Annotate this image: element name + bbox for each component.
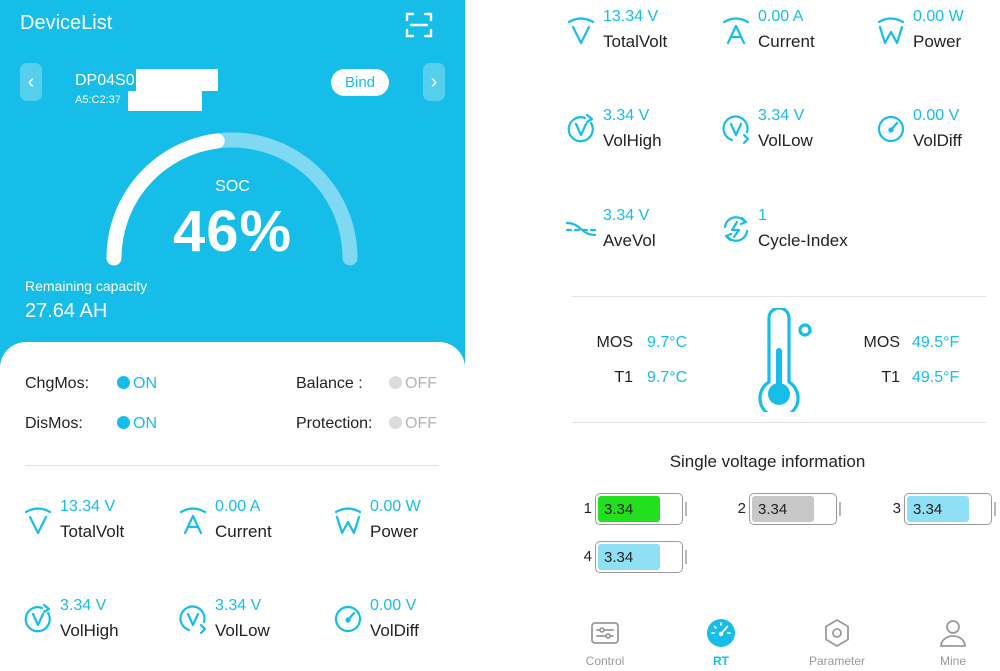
tab-control[interactable]: Control [560, 618, 650, 670]
metric-vol-high: 3.34 V VolHigh [22, 597, 172, 649]
sliders-icon [591, 622, 619, 644]
device-mac: A5:C2:37 [75, 94, 121, 106]
on-indicator-icon [117, 376, 130, 389]
vol-low-icon [179, 605, 207, 635]
metric-cycle-index: 1 Cycle-Index [720, 207, 870, 259]
mos-temp-f-value: 49.5°F [912, 334, 960, 351]
redaction-box [128, 91, 202, 111]
chgmos-label: ChgMos: [25, 375, 90, 392]
metric-vol-diff: 0.00 V VolDiff [875, 107, 1000, 159]
battery-cell-icon: 3.34 [595, 541, 683, 573]
mos-temp-c-label: MOS [596, 334, 633, 351]
metric-vol-low: 3.34 V VolLow [177, 597, 327, 649]
thermometer-icon [758, 308, 812, 412]
vol-high-icon [567, 113, 594, 143]
divider [25, 465, 439, 466]
chevron-right-icon[interactable]: › [423, 63, 445, 101]
cell-voltage: 1 3.34 [580, 493, 690, 525]
dashboard-icon [707, 619, 735, 647]
cell-voltage: 3 3.34 [889, 493, 999, 525]
metric-vol-low: 3.34 V VolLow [720, 107, 870, 159]
protection-toggle[interactable]: OFF [389, 415, 437, 433]
mos-temp-f-label: MOS [863, 334, 900, 351]
user-icon [940, 620, 966, 647]
t1-temp-c-value: 9.7°C [647, 369, 688, 386]
total-volt-icon [567, 17, 595, 45]
metric-current: 0.00 A Current [720, 8, 870, 60]
device-list-title[interactable]: DeviceList [20, 12, 112, 35]
off-indicator-icon [389, 416, 402, 429]
metric-current: 0.00 A Current [177, 498, 327, 550]
battery-tip [685, 550, 687, 564]
soc-value: 46% [172, 199, 293, 264]
dismos-toggle[interactable]: ON [117, 415, 157, 433]
hexagon-settings-icon [825, 619, 849, 647]
metric-vol-high: 3.34 V VolHigh [565, 107, 715, 159]
battery-tip [994, 502, 996, 516]
cell-voltage: 4 3.34 [580, 541, 690, 573]
metric-power: 0.00 W Power [332, 498, 465, 550]
power-icon [877, 17, 905, 45]
t1-temp-f-label: T1 [881, 369, 900, 386]
metric-ave-vol: 3.34 V AveVol [565, 207, 715, 259]
dismos-label: DisMos: [25, 415, 83, 432]
divider [572, 296, 986, 297]
device-name: DP04S0 [75, 72, 135, 89]
off-indicator-icon [389, 376, 402, 389]
metric-power: 0.00 W Power [875, 8, 1000, 60]
protection-label: Protection: [296, 415, 373, 432]
single-voltage-title: Single voltage information [669, 452, 866, 471]
mos-temp-c-value: 9.7°C [647, 334, 688, 351]
t1-temp-f-value: 49.5°F [912, 369, 960, 386]
remaining-capacity-label: Remaining capacity [25, 278, 148, 294]
balance-label: Balance : [296, 375, 363, 392]
cell-voltage: 2 3.34 [734, 493, 844, 525]
left-screen: DeviceList ‹ › DP04S0 A5:C2:37 Bind SOC … [0, 0, 465, 671]
vol-diff-icon [334, 605, 362, 633]
battery-tip [685, 502, 687, 516]
bind-button[interactable]: Bind [331, 69, 389, 96]
battery-cell-icon: 3.34 [749, 493, 837, 525]
remaining-capacity-value: 27.64 AH [25, 300, 108, 322]
tab-mine[interactable]: Mine [908, 618, 998, 670]
t1-temp-c-label: T1 [614, 369, 633, 386]
ave-vol-icon [565, 221, 597, 237]
balance-toggle[interactable]: OFF [389, 375, 437, 393]
battery-cell-icon: 3.34 [904, 493, 992, 525]
right-screen: 13.34 V TotalVolt 0.00 A Current 0.00 W … [535, 0, 1000, 671]
current-icon [179, 507, 207, 535]
tab-parameter[interactable]: Parameter [792, 618, 882, 670]
power-icon [334, 507, 362, 535]
vol-diff-icon [877, 115, 905, 143]
vol-high-icon [24, 603, 51, 633]
on-indicator-icon [117, 416, 130, 429]
chevron-left-icon[interactable]: ‹ [20, 63, 42, 101]
redaction-box [136, 69, 218, 91]
divider [572, 422, 986, 423]
scan-icon[interactable] [404, 10, 434, 40]
current-icon [722, 17, 750, 45]
metric-total-volt: 13.34 V TotalVolt [565, 8, 715, 60]
metric-vol-diff: 0.00 V VolDiff [332, 597, 465, 649]
vol-low-icon [722, 115, 750, 145]
battery-cell-icon: 3.34 [595, 493, 683, 525]
tab-rt[interactable]: RT [676, 618, 766, 670]
cycle-icon [723, 216, 749, 242]
battery-tip [839, 502, 841, 516]
total-volt-icon [24, 507, 52, 535]
metric-total-volt: 13.34 V TotalVolt [22, 498, 172, 550]
chgmos-toggle[interactable]: ON [117, 375, 157, 393]
soc-label: SOC [215, 178, 250, 195]
soc-header: DeviceList ‹ › DP04S0 A5:C2:37 Bind SOC … [0, 0, 465, 380]
